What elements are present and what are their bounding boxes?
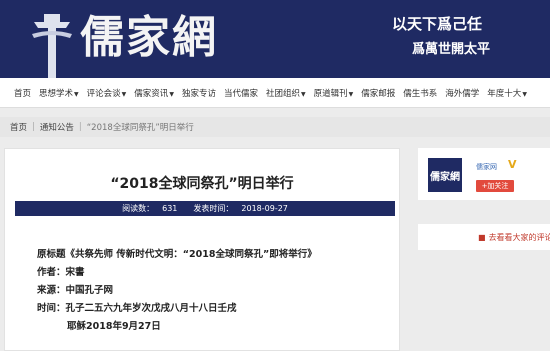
article-line: 时间：孔子二五六九年岁次戊戌八月十八日壬戌	[37, 303, 237, 314]
article-line: 作者：宋書	[37, 267, 85, 278]
author-name[interactable]: 儒家网	[476, 162, 497, 172]
site-motto-line2: 爲萬世開太平	[412, 42, 491, 57]
nav-item[interactable]: 社团组织▼	[266, 87, 306, 99]
nav-item-label: 儒家邮报	[361, 88, 396, 99]
publish-date: 2018-09-27	[241, 204, 288, 213]
huabiao-pillar-icon	[32, 14, 72, 78]
article-title: “2018全球同祭孔”明日举行	[110, 176, 294, 192]
comments-link-label: 去看看大家的评论	[488, 232, 550, 242]
nav-item-label: 当代儒家	[223, 88, 258, 99]
views-label: 阅读数：	[122, 204, 155, 213]
comments-link[interactable]: ■ 去看看大家的评论	[418, 224, 550, 250]
nav-item[interactable]: 年度十大▼	[487, 87, 527, 99]
site-logo[interactable]: 儒家網	[80, 8, 218, 68]
breadcrumb-section[interactable]: 通知公告	[40, 121, 74, 133]
nav-item-label: 思想学术	[39, 88, 74, 99]
chat-bubble-icon: ■	[478, 232, 486, 242]
nav-item-label: 社团组织	[265, 88, 300, 99]
breadcrumb-separator: |	[78, 122, 82, 132]
nav-item-label: 首页	[14, 88, 32, 99]
nav-item[interactable]: 儒生书系	[403, 87, 437, 99]
nav-item-label: 儒家资讯	[134, 88, 169, 99]
verified-badge-icon: V	[508, 158, 517, 171]
nav-item[interactable]: 原道辑刊▼	[314, 87, 354, 99]
breadcrumb: 首页 | 通知公告 | “2018全球同祭孔”明日举行	[0, 117, 550, 137]
breadcrumb-home[interactable]: 首页	[10, 121, 27, 133]
nav-item-label: 独家专访	[181, 88, 216, 99]
nav-item[interactable]: 思想学术▼	[39, 87, 79, 99]
nav-item-label: 年度十大	[487, 88, 522, 99]
follow-button[interactable]: +加关注	[476, 180, 514, 192]
caret-down-icon: ▼	[169, 90, 174, 98]
site-motto-line1: 以天下爲己任	[392, 15, 483, 33]
main-nav: 首页 思想学术▼ 评论会谈▼ 儒家资讯▼ 独家专访 当代儒家 社团组织▼ 原道辑刊▼ 儒家邮报儒…	[0, 78, 550, 108]
date-label: 发表时间：	[193, 204, 234, 213]
caret-down-icon: ▼	[74, 90, 79, 98]
nav-item[interactable]: 儒家邮报	[361, 87, 395, 99]
nav-item-label: 儒生书系	[403, 88, 438, 99]
article-line: 原标题《共祭先师 传新时代文明：“2018全球同祭孔”即将举行》	[37, 249, 317, 260]
caret-down-icon: ▼	[522, 90, 527, 98]
article-card: “2018全球同祭孔”明日举行 阅读数： 631 发表时间： 2018-09-27 …	[4, 148, 400, 351]
article-line: 耶稣2018年9月27日	[67, 321, 161, 332]
article-meta-bar: 阅读数： 631 发表时间： 2018-09-27	[15, 201, 395, 216]
nav-item[interactable]: 当代儒家	[224, 87, 258, 99]
nav-item-label: 评论会谈	[86, 88, 121, 99]
nav-item[interactable]: 评论会谈▼	[87, 87, 127, 99]
nav-item[interactable]: 儒家资讯▼	[134, 87, 174, 99]
caret-down-icon: ▼	[121, 90, 127, 98]
nav-item-label: 海外儒学	[445, 88, 480, 99]
article-body: 原标题《共祭先师 传新时代文明：“2018全球同祭孔”即将举行》 作者：宋書 来…	[37, 246, 317, 336]
nav-item[interactable]: 首页	[14, 87, 31, 99]
avatar[interactable]: 儒家網	[428, 158, 462, 192]
caret-down-icon: ▼	[348, 90, 354, 98]
article-line: 来源：中国孔子网	[37, 285, 114, 296]
author-card: 儒家網 儒家网 V +加关注	[418, 148, 550, 200]
nav-item[interactable]: 独家专访	[182, 87, 216, 99]
breadcrumb-current: “2018全球同祭孔”明日举行	[86, 123, 194, 133]
nav-item-label: 原道辑刊	[313, 88, 348, 99]
views-count: 631	[162, 204, 178, 213]
nav-item[interactable]: 海外儒学	[445, 87, 479, 99]
site-banner: 儒家網 以天下爲己任 爲萬世開太平	[0, 0, 550, 78]
breadcrumb-separator: |	[32, 122, 35, 132]
caret-down-icon: ▼	[300, 90, 306, 98]
